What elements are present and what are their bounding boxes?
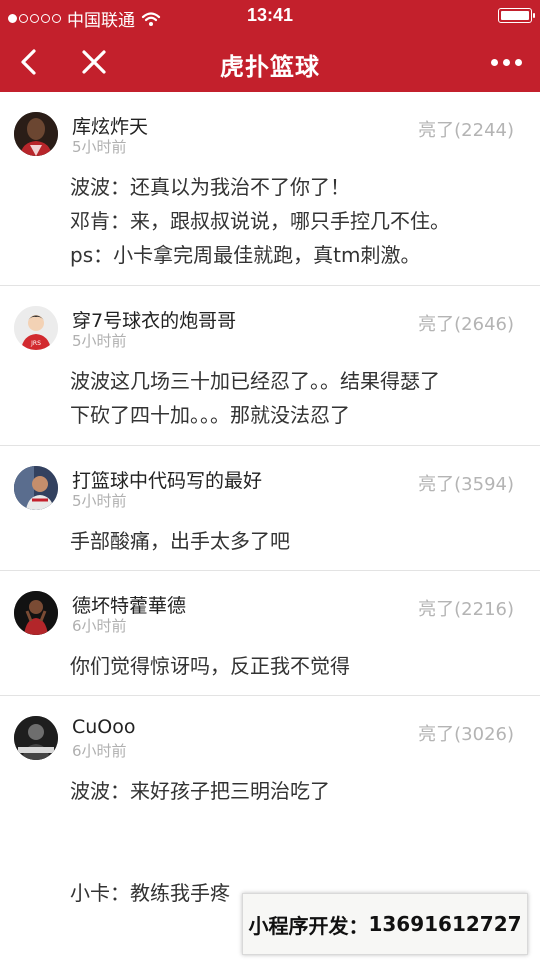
avatar[interactable] xyxy=(14,112,58,156)
more-dot-icon xyxy=(514,58,522,66)
comment-content: 手部酸痛，出手太多了吧 xyxy=(70,524,520,558)
comment-line: 你们觉得惊讶吗，反正我不觉得 xyxy=(70,654,350,678)
comment-line xyxy=(70,842,520,876)
comment-content: 波波：来好孩子把三明治吃了 小卡：教练我手疼 xyxy=(70,774,520,910)
comment-time: 5小时前 xyxy=(72,492,127,510)
comment-time: 5小时前 xyxy=(72,332,127,350)
more-dot-icon xyxy=(490,58,498,66)
battery-level xyxy=(501,11,529,20)
comment-content: 你们觉得惊讶吗，反正我不觉得 xyxy=(70,649,520,683)
more-dot-icon xyxy=(502,58,510,66)
more-button[interactable] xyxy=(484,44,528,80)
comment-line: 手部酸痛，出手太多了吧 xyxy=(70,529,290,553)
comment-line: 波波：来好孩子把三明治吃了 xyxy=(70,779,330,803)
nav-bar: 虎扑篮球 xyxy=(0,32,540,92)
status-bar: 中国联通 13:41 xyxy=(0,0,540,32)
avatar[interactable] xyxy=(14,591,58,635)
avatar-cartoon-icon: JRS xyxy=(14,306,58,350)
comment-line: ps：小卡拿完周最佳就跑，真tm刺激。 xyxy=(70,243,421,267)
avatar-photo-icon xyxy=(14,591,58,635)
comment-item[interactable]: 打篮球中代码写的最好 5小时前 亮了(3594) 手部酸痛，出手太多了吧 xyxy=(0,446,540,571)
comment-item[interactable]: 库炫炸天 5小时前 亮了(2244) 波波：还真以为我治不了你了！ 邓肯：来，跟… xyxy=(0,92,540,286)
username[interactable]: 库炫炸天 xyxy=(72,112,148,139)
avatar[interactable] xyxy=(14,466,58,510)
comment-item[interactable]: JRS 穿7号球衣的炮哥哥 5小时前 亮了(2646) 波波这几场三十加已经忍了… xyxy=(0,286,540,446)
comment-time: 5小时前 xyxy=(72,138,127,156)
comment-item[interactable]: 德坏特藿華德 6小时前 亮了(2216) 你们觉得惊讶吗，反正我不觉得 xyxy=(0,571,540,696)
page-title: 虎扑篮球 xyxy=(220,53,320,81)
comment-line xyxy=(70,808,520,842)
watermark-banner: 小程序开发： 13691612727 xyxy=(242,893,528,955)
username[interactable]: CuOoo xyxy=(72,716,136,738)
comment-time: 6小时前 xyxy=(72,617,127,635)
like-count-button[interactable]: 亮了(2646) xyxy=(418,310,514,336)
avatar-photo-icon xyxy=(14,716,58,760)
comment-list: 库炫炸天 5小时前 亮了(2244) 波波：还真以为我治不了你了！ 邓肯：来，跟… xyxy=(0,92,540,960)
watermark-phone: 13691612727 xyxy=(368,912,522,936)
comment-time: 6小时前 xyxy=(72,742,127,760)
svg-text:JRS: JRS xyxy=(30,340,41,347)
comment-content: 波波这几场三十加已经忍了。。结果得瑟了 下砍了四十加。。。那就没法忍了 xyxy=(70,364,520,432)
username[interactable]: 打篮球中代码写的最好 xyxy=(72,466,262,493)
like-count-button[interactable]: 亮了(3026) xyxy=(418,720,514,746)
username[interactable]: 穿7号球衣的炮哥哥 xyxy=(72,306,236,333)
comment-line: 波波：还真以为我治不了你了！ xyxy=(70,175,350,199)
like-count-button[interactable]: 亮了(3594) xyxy=(418,470,514,496)
username[interactable]: 德坏特藿華德 xyxy=(72,591,186,618)
avatar-photo-icon xyxy=(14,466,58,510)
clock: 13:41 xyxy=(246,5,294,25)
avatar[interactable] xyxy=(14,716,58,760)
comment-content: 波波：还真以为我治不了你了！ 邓肯：来，跟叔叔说说，哪只手控几不住。 ps：小卡… xyxy=(70,170,520,272)
like-count-button[interactable]: 亮了(2216) xyxy=(418,595,514,621)
watermark-label: 小程序开发： xyxy=(248,913,369,938)
battery-icon xyxy=(498,8,535,23)
avatar-player-icon xyxy=(14,112,58,156)
like-count-button[interactable]: 亮了(2244) xyxy=(418,116,514,142)
comment-line: 邓肯：来，跟叔叔说说，哪只手控几不住。 xyxy=(70,209,450,233)
comment-line: 下砍了四十加。。。那就没法忍了 xyxy=(70,403,350,427)
avatar[interactable]: JRS xyxy=(14,306,58,350)
comment-line: 波波这几场三十加已经忍了。。结果得瑟了 xyxy=(70,369,440,393)
